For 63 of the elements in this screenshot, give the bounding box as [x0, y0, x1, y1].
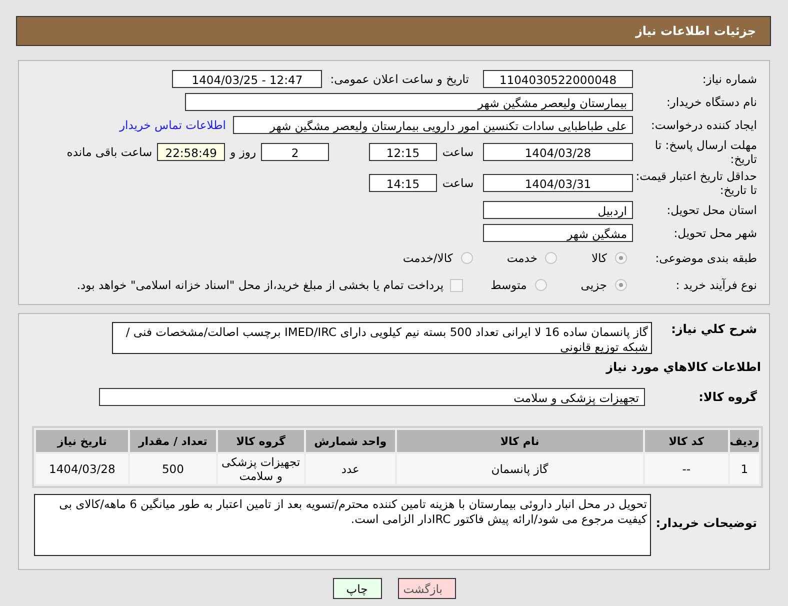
field-label: گروه کالا: — [698, 390, 758, 404]
column-header: واحد شمارش — [306, 430, 395, 452]
field-label: طبقه بندی موضوعی: — [654, 251, 758, 265]
table-cell: -- — [644, 454, 728, 484]
goods-group-field: تجهیزات پزشکی و سلامت — [99, 388, 645, 406]
field-label: نام دستگاه خریدار: — [665, 95, 758, 109]
field-label: توضیحات خریدار: — [654, 516, 758, 530]
city-field: مشگین شهر — [483, 224, 633, 242]
description-box: گاز پانسمان ساده 16 لا ایرانی تعداد 500 بسته نیم کیلویی دارای IMED/IRC برچسب اصالت/مشخصات فنی / شبکه توزیع قانونی — [112, 322, 652, 354]
column-header: نام کالا — [396, 430, 643, 452]
radio-label: کالا — [591, 251, 607, 265]
radio-button[interactable] — [615, 279, 627, 291]
validity-date-field: 1404/03/31 — [483, 174, 633, 192]
days-field: 2 — [261, 143, 329, 161]
field-label: نوع فرآیند خرید : — [674, 278, 758, 292]
column-header: کد کالا — [644, 430, 728, 452]
field-label: ساعت باقی مانده — [66, 145, 152, 159]
deadline-time-field: 12:15 — [369, 143, 437, 161]
column-header: تاریخ نیاز — [36, 430, 128, 452]
table-cell: 1 — [730, 454, 759, 484]
buyer-field: بیمارستان ولیعصر مشگین شهر — [185, 93, 633, 111]
remaining-time-field: 22:58:49 — [157, 143, 226, 161]
radio-button[interactable] — [545, 252, 558, 264]
buyer-contact-link[interactable]: اطلاعات تماس خریدار — [119, 118, 226, 132]
radio-label: کالا/خدمت — [402, 251, 453, 265]
checkbox-label: پرداخت تمام یا بخشی از مبلغ خرید،از محل "اسناد خزانه اسلامی" خواهد بود. — [76, 278, 444, 292]
section-title: اطلاعات کالاهاي مورد نیاز — [604, 360, 761, 374]
table-cell: 1404/03/28 — [36, 454, 128, 484]
radio-button[interactable] — [534, 279, 547, 291]
field-label: مهلت ارسال پاسخ: تا تاریخ: — [654, 138, 758, 166]
column-header: تعداد / مقدار — [130, 430, 216, 452]
province-field: اردبیل — [483, 201, 633, 219]
radio-button[interactable] — [615, 252, 627, 264]
field-label: ساعت — [441, 176, 475, 190]
announce-date-field: 1404/03/25 - 12:47 — [172, 70, 322, 88]
field-label: ایجاد کننده درخواست: — [650, 118, 758, 132]
action-button[interactable]: چاپ — [332, 578, 382, 599]
action-button[interactable]: بازگشت — [398, 578, 456, 599]
field-label: روز و — [230, 145, 256, 159]
radio-label: متوسط — [490, 278, 527, 292]
page-title: جزئیات اطلاعات نیاز — [635, 24, 756, 38]
field-label: شهر محل تحویل: — [672, 226, 758, 240]
creator-field: علی طباطبایی سادات تکنسین امور دارویی بیمارستان ولیعصر مشگین شهر — [233, 116, 633, 134]
radio-label: جزیی — [580, 278, 607, 292]
radio-label: خدمت — [506, 251, 538, 265]
validity-time-field: 14:15 — [369, 174, 437, 192]
field-label: تاریخ و ساعت اعلان عمومی: — [330, 72, 469, 86]
field-label: ساعت — [441, 145, 475, 159]
column-header: ردیف — [730, 430, 759, 452]
table-cell: 500 — [130, 454, 216, 484]
checkbox[interactable] — [450, 278, 463, 292]
radio-button[interactable] — [460, 252, 473, 264]
column-header: گروه کالا — [218, 430, 304, 452]
field-label: استان محل تحویل: — [666, 203, 758, 217]
need-number-field: 1104030522000048 — [483, 70, 633, 88]
buyer-notes-box: تحویل در محل انبار داروئی بیمارستان با هزینه تامین کننده محترم/تسویه بعد از تامین اعتبار به طور میانگین 6 ماهه/کالای بی کیفیت مرجوع می شود/ارائه پیش فاکتور IRCدار الزامی است. — [34, 494, 651, 556]
deadline-date-field: 1404/03/28 — [483, 143, 633, 161]
table-cell: گاز پانسمان — [396, 454, 643, 484]
field-label: شرح کلي نیاز: — [670, 322, 758, 336]
field-label: شماره نیاز: — [701, 72, 758, 86]
field-label: حداقل تاریخ اعتبار قیمت: تا تاریخ: — [634, 169, 758, 197]
table-cell: تجهیزات پزشکی و سلامت — [218, 454, 304, 484]
table-cell: عدد — [306, 454, 395, 484]
